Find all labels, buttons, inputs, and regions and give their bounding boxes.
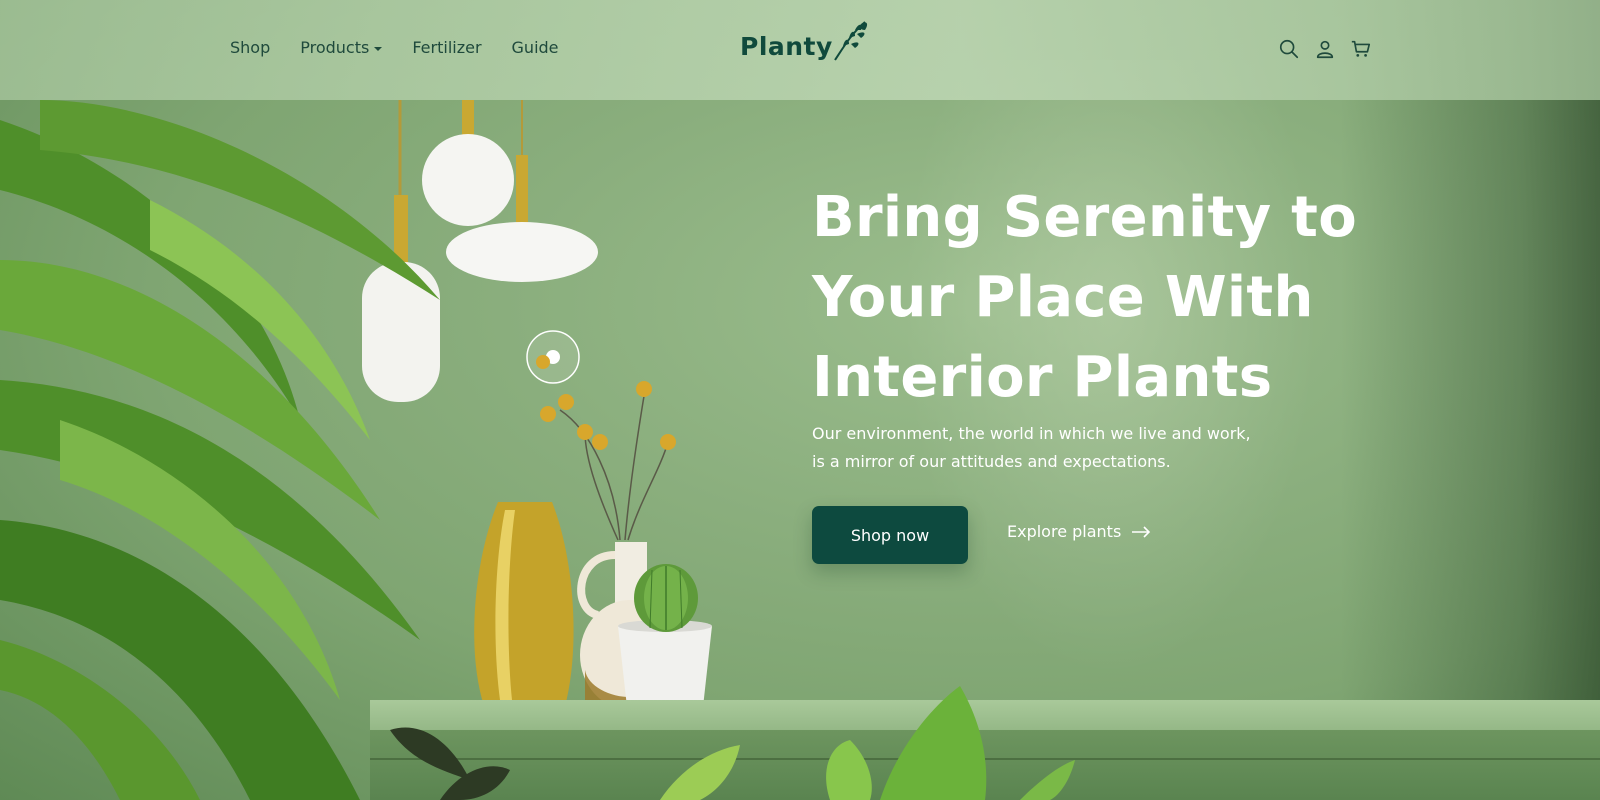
hero-title: Bring Serenity to Your Place With Interi… (812, 185, 1358, 410)
logo[interactable]: Planty (740, 21, 869, 72)
nav-products-label: Products (300, 38, 370, 57)
header-icons (1278, 38, 1372, 60)
leaf-logo-icon (833, 21, 867, 61)
logo-text: Planty (740, 32, 833, 61)
nav-products[interactable]: Products (300, 38, 383, 57)
explore-plants-link[interactable]: Explore plants (1007, 522, 1151, 541)
site-header: Shop Products Fertilizer Guide Planty (0, 0, 1600, 100)
arrow-right-icon (1132, 525, 1151, 538)
shop-now-button[interactable]: Shop now (812, 506, 968, 564)
explore-plants-label: Explore plants (1007, 522, 1122, 541)
nav-guide[interactable]: Guide (512, 38, 559, 57)
search-icon[interactable] (1278, 38, 1300, 60)
main-nav: Shop Products Fertilizer Guide (230, 38, 559, 57)
page: Shop Products Fertilizer Guide Planty Br… (0, 0, 1600, 800)
user-icon[interactable] (1314, 38, 1336, 60)
hero-subtitle: Our environment, the world in which we l… (812, 424, 1251, 471)
cart-icon[interactable] (1350, 38, 1372, 60)
nav-shop[interactable]: Shop (230, 38, 270, 57)
nav-fertilizer[interactable]: Fertilizer (412, 38, 481, 57)
chevron-down-icon (374, 46, 383, 51)
